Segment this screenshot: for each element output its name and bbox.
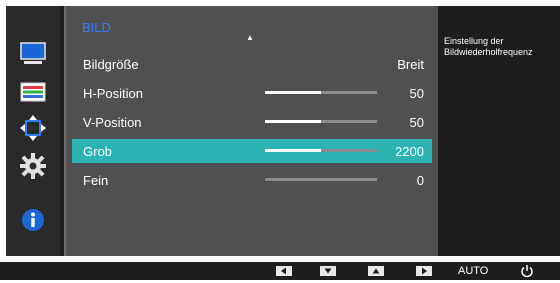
up-arrow-button[interactable] xyxy=(368,266,384,276)
down-arrow-icon xyxy=(324,268,332,274)
left-arrow-button[interactable] xyxy=(276,266,292,276)
power-icon[interactable] xyxy=(520,264,534,278)
menu-item-label: Bildgröße xyxy=(83,57,139,72)
slider-fill xyxy=(265,120,321,123)
menu-item-label: Fein xyxy=(83,173,109,188)
menu-item-value: Breit xyxy=(397,57,424,72)
size-position-icon[interactable] xyxy=(19,114,47,142)
sidebar-icon-column xyxy=(6,6,60,256)
slider-track[interactable] xyxy=(265,91,377,94)
menu-row-v-position[interactable]: V-Position 50 xyxy=(72,110,432,134)
slider-fill xyxy=(265,91,321,94)
auto-button[interactable]: AUTO xyxy=(458,265,488,277)
help-text-line: Einstellung der xyxy=(444,36,504,46)
menu-item-value: 0 xyxy=(416,173,424,188)
down-arrow-button[interactable] xyxy=(320,266,336,276)
menu-row-grob[interactable]: Grob 2200 xyxy=(72,139,432,163)
right-arrow-button[interactable] xyxy=(416,266,432,276)
scroll-up-icon: ▲ xyxy=(246,33,254,42)
help-text: Einstellung der Bildwiederholfrequenz xyxy=(444,36,560,58)
slider-track[interactable] xyxy=(265,178,377,181)
menu-item-value: 50 xyxy=(409,86,424,101)
info-panel: Einstellung der Bildwiederholfrequenz xyxy=(438,6,560,256)
menu-row-bildgroesse[interactable]: Bildgröße Breit xyxy=(72,52,432,76)
up-arrow-icon xyxy=(372,268,380,274)
right-arrow-icon xyxy=(422,267,427,275)
info-icon[interactable] xyxy=(19,206,47,234)
main-menu-panel: BILD ▲ Bildgröße Breit H-Position 50 V-P… xyxy=(64,6,440,256)
menu-item-value: 50 xyxy=(409,115,424,130)
menu-item-label: V-Position xyxy=(83,115,142,130)
menu-item-label: H-Position xyxy=(83,86,143,101)
slider-track[interactable] xyxy=(265,120,377,123)
osd-menu: BILD ▲ Bildgröße Breit H-Position 50 V-P… xyxy=(6,6,560,256)
monitor-picture-icon[interactable] xyxy=(19,40,47,68)
slider-track[interactable] xyxy=(265,149,377,152)
control-bar: AUTO xyxy=(0,262,560,280)
left-arrow-icon xyxy=(281,267,286,275)
help-text-line: Bildwiederholfrequenz xyxy=(444,47,533,57)
menu-item-value: 2200 xyxy=(395,144,424,159)
menu-item-label: Grob xyxy=(83,144,112,159)
menu-row-fein[interactable]: Fein 0 xyxy=(72,168,432,192)
menu-row-h-position[interactable]: H-Position 50 xyxy=(72,81,432,105)
color-icon[interactable] xyxy=(19,78,47,106)
settings-gear-icon[interactable] xyxy=(19,152,47,180)
menu-title: BILD xyxy=(82,20,111,35)
slider-fill xyxy=(265,149,321,152)
